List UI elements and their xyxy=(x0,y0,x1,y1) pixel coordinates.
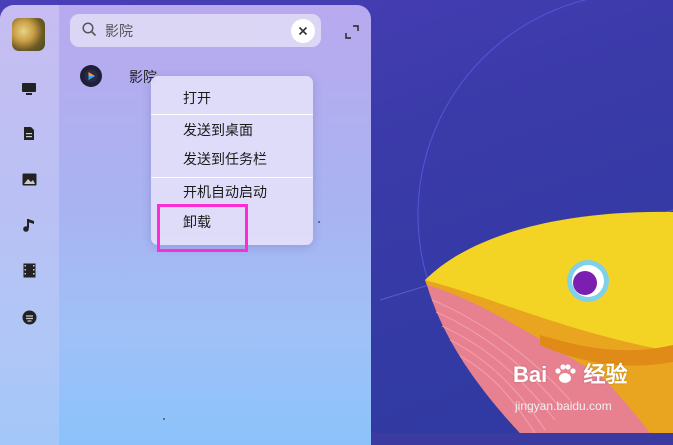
decorative-dot xyxy=(163,418,165,420)
menu-separator xyxy=(151,114,313,115)
search-box xyxy=(70,14,321,47)
document-icon[interactable] xyxy=(19,123,39,143)
search-icon xyxy=(82,22,97,37)
fullscreen-icon[interactable] xyxy=(345,25,359,39)
video-icon[interactable] xyxy=(19,260,39,280)
download-icon[interactable] xyxy=(19,307,39,327)
watermark-url: jingyan.baidu.com xyxy=(515,399,612,413)
menu-item-send-to-desktop[interactable]: 发送到桌面 xyxy=(151,116,313,146)
watermark: Bai 经验 jingyan.baidu.com xyxy=(505,357,645,417)
highlight-box xyxy=(157,204,248,252)
menu-item-send-to-taskbar[interactable]: 发送到任务栏 xyxy=(151,145,313,175)
decorative-dot xyxy=(318,221,320,223)
menu-item-open[interactable]: 打开 xyxy=(151,84,313,114)
music-icon[interactable] xyxy=(19,215,39,235)
search-input[interactable] xyxy=(103,19,287,43)
picture-icon[interactable] xyxy=(19,169,39,189)
close-icon xyxy=(298,26,308,36)
paw-icon xyxy=(555,364,576,383)
clear-search-button[interactable] xyxy=(291,19,315,43)
computer-icon[interactable] xyxy=(19,79,39,99)
watermark-brand: Bai 经验 xyxy=(513,362,628,387)
movie-player-icon xyxy=(80,65,102,87)
launcher-sidebar xyxy=(0,5,59,445)
avatar[interactable] xyxy=(12,18,45,51)
